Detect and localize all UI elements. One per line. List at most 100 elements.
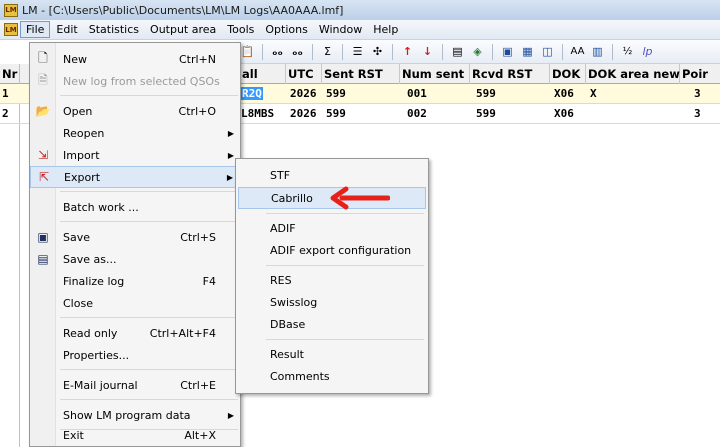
menu-item-label: Save (63, 230, 91, 244)
submenu-item-stf[interactable]: STF (238, 164, 426, 186)
cell-dok-area-new: X (590, 87, 597, 100)
menu-tools[interactable]: Tools (222, 22, 259, 37)
arrow-down-icon[interactable]: ↓ (419, 43, 436, 60)
menu-item-label: Export (64, 170, 101, 184)
submenu-separator (266, 265, 424, 266)
column-header-call[interactable]: all (240, 64, 286, 84)
column-header-utc[interactable]: UTC (286, 64, 322, 84)
toolbar-separator (262, 43, 263, 60)
menu-item-save-as[interactable]: ▤ Save as... (30, 248, 240, 270)
paste-icon[interactable]: 📋 (239, 43, 256, 60)
read-only-icon (30, 322, 56, 344)
submenu-item-adif[interactable]: ADIF (238, 217, 426, 239)
submenu-item-result[interactable]: Result (238, 343, 426, 365)
toolbar-separator (312, 43, 313, 60)
submenu-item-res[interactable]: RES (238, 269, 426, 291)
cell-rcvd-rst: 599 (476, 87, 496, 100)
menu-options[interactable]: Options (260, 22, 312, 37)
column-header-dok-area-new[interactable]: DOK area new (586, 64, 680, 84)
menu-statistics[interactable]: Statistics (84, 22, 144, 37)
menu-item-shortcut: F4 (202, 274, 216, 288)
cell-call-selected[interactable]: R2Q (241, 87, 263, 100)
document-icon[interactable]: LM (4, 23, 18, 36)
arrow-up-icon[interactable]: ↑ (399, 43, 416, 60)
column-header-sent-rst[interactable]: Sent RST (322, 64, 400, 84)
menu-item-show-lm-program-data[interactable]: Show LM program data ▶ (30, 404, 240, 426)
menu-separator (60, 399, 238, 400)
menu-item-new-log-from-selected[interactable]: 🗎 New log from selected QSOs (30, 70, 240, 92)
menu-item-email-journal[interactable]: E-Mail journal Ctrl+E (30, 374, 240, 396)
menu-file[interactable]: File (20, 21, 51, 38)
reopen-icon (30, 122, 56, 144)
batch-icon (30, 196, 56, 218)
submenu-item-label: STF (270, 168, 291, 182)
toolbar-separator (562, 43, 563, 60)
cell-dok: X06 (554, 107, 574, 120)
columns-icon[interactable]: ◫ (539, 43, 556, 60)
cell-rcvd-rst: 599 (476, 107, 496, 120)
program-data-icon (30, 404, 56, 426)
menu-item-properties[interactable]: Properties... (30, 344, 240, 366)
map-icon[interactable]: ◈ (469, 43, 486, 60)
menu-edit[interactable]: Edit (51, 22, 82, 37)
number-icon[interactable]: ½ (619, 43, 636, 60)
submenu-arrow-icon: ▶ (227, 410, 234, 420)
monitor-icon[interactable]: ▤ (449, 43, 466, 60)
menu-item-shortcut: Alt+X (184, 428, 216, 442)
column-header-points[interactable]: Poir (680, 64, 720, 84)
menu-item-batch-work[interactable]: Batch work ... (30, 196, 240, 218)
menu-item-exit[interactable]: Exit Alt+X (30, 424, 240, 446)
menu-item-finalize-log[interactable]: Finalize log F4 (30, 270, 240, 292)
menu-window[interactable]: Window (314, 22, 367, 37)
column-header-dok[interactable]: DOK (550, 64, 586, 84)
grid-icon[interactable]: ▥ (589, 43, 606, 60)
submenu-item-comments[interactable]: Comments (238, 365, 426, 387)
binoculars-icon[interactable]: ₒₒ (269, 43, 286, 60)
cell-utc: 2026 (290, 107, 317, 120)
menu-item-new[interactable]: 🗋 New Ctrl+N (30, 48, 240, 70)
floppy-save-as-icon: ▤ (37, 252, 49, 266)
menu-item-shortcut: Ctrl+N (178, 52, 216, 66)
menu-item-save[interactable]: ▣ Save Ctrl+S (30, 226, 240, 248)
submenu-separator (266, 213, 424, 214)
submenu-item-adif-export-configuration[interactable]: ADIF export configuration (238, 239, 426, 261)
menu-item-import[interactable]: ⇲ Import ▶ (30, 144, 240, 166)
sigma-icon[interactable]: Σ (319, 43, 336, 60)
list-icon[interactable]: ☰ (349, 43, 366, 60)
table-icon[interactable]: ▦ (519, 43, 536, 60)
menu-output-area[interactable]: Output area (145, 22, 221, 37)
toolbar-separator (492, 43, 493, 60)
menu-item-label: Close (63, 296, 93, 310)
submenu-item-label: Cabrillo (271, 191, 313, 205)
cell-sent-rst: 599 (326, 87, 346, 100)
red-arrow-annotation-icon (330, 186, 390, 210)
menu-help[interactable]: Help (368, 22, 403, 37)
cell-call[interactable]: R2Q (239, 84, 263, 103)
submenu-item-swisslog[interactable]: Swisslog (238, 291, 426, 313)
menu-item-read-only[interactable]: Read only Ctrl+Alt+F4 (30, 322, 240, 344)
menu-item-export[interactable]: ⇱ Export ▶ (30, 166, 240, 188)
column-header-num-sent[interactable]: Num sent (400, 64, 470, 84)
import-icon: ⇲ (37, 148, 49, 162)
properties-icon (30, 344, 56, 366)
exit-icon (30, 424, 56, 446)
menu-item-close[interactable]: Close (30, 292, 240, 314)
window-icon[interactable]: ▣ (499, 43, 516, 60)
menu-item-shortcut: Ctrl+O (178, 104, 216, 118)
plus-icon[interactable]: ✣ (369, 43, 386, 60)
menu-item-reopen[interactable]: Reopen ▶ (30, 122, 240, 144)
ip-icon[interactable]: lp (639, 43, 656, 60)
cell-nr: 2 (2, 107, 9, 120)
new-document-icon: 🗋 (38, 50, 48, 65)
binoculars-next-icon[interactable]: ₒₒ (289, 43, 306, 60)
email-icon (30, 374, 56, 396)
menu-item-label: Save as... (63, 252, 117, 266)
menu-separator (60, 369, 238, 370)
cell-call[interactable]: L8MBS (239, 104, 274, 123)
font-icon[interactable]: AA (569, 43, 586, 60)
toolbar-separator (392, 43, 393, 60)
menu-item-open[interactable]: 📂 Open Ctrl+O (30, 100, 240, 122)
menu-item-label: Open (63, 104, 93, 118)
column-header-rcvd-rst[interactable]: Rcvd RST (470, 64, 550, 84)
submenu-item-dbase[interactable]: DBase (238, 313, 426, 335)
